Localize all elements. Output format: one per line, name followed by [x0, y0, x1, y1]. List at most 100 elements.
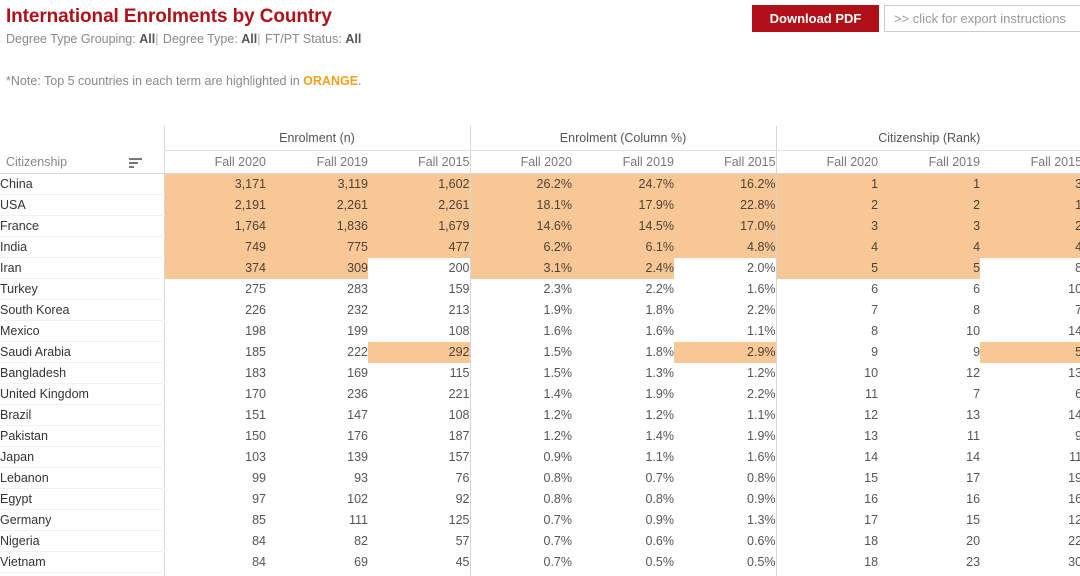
cell-enrolment-n-fall-2020[interactable]: 99 [163, 467, 266, 489]
column-header-rank-fall-2020[interactable]: Fall 2020 [775, 150, 879, 174]
cell-enrolment-n-fall-2020[interactable]: 84 [163, 551, 266, 573]
cell-enrolment-pct-fall-2020[interactable]: 0.9% [469, 446, 572, 468]
cell-citizenship-rank-fall-2019[interactable]: 11 [878, 426, 980, 447]
filter-value-degree-type-grouping[interactable]: All [139, 32, 155, 46]
column-header-citizenship[interactable]: Citizenship [0, 150, 164, 174]
cell-enrolment-pct-fall-2015[interactable]: 1.9% [674, 426, 776, 447]
cell-enrolment-pct-fall-2019[interactable]: 1.3% [572, 363, 675, 384]
cell-citizenship-rank-fall-2015[interactable]: 3 [980, 173, 1080, 195]
cell-citizenship-rank-fall-2019[interactable]: 20 [878, 531, 980, 552]
table-row[interactable]: Colombia7275490.6%0.6%0.5%202127 [0, 572, 1080, 576]
cell-enrolment-n-fall-2020[interactable]: 85 [163, 509, 266, 531]
cell-enrolment-pct-fall-2020[interactable]: 0.7% [469, 551, 572, 573]
cell-citizenship-rank-fall-2020[interactable]: 18 [775, 530, 879, 552]
filter-value-ftpt-status[interactable]: All [345, 32, 361, 46]
cell-citizenship-rank-fall-2020[interactable]: 1 [775, 173, 879, 195]
cell-enrolment-pct-fall-2020[interactable]: 18.1% [469, 194, 572, 216]
cell-enrolment-n-fall-2015[interactable]: 125 [368, 510, 470, 531]
cell-enrolment-pct-fall-2020[interactable]: 1.2% [469, 404, 572, 426]
cell-citizenship-rank-fall-2019[interactable]: 17 [878, 468, 980, 489]
cell-citizenship-rank-fall-2020[interactable]: 16 [775, 488, 879, 510]
cell-enrolment-n-fall-2020[interactable]: 84 [163, 530, 266, 552]
cell-citizenship-rank-fall-2019[interactable]: 6 [878, 279, 980, 300]
cell-enrolment-n-fall-2020[interactable]: 3,171 [163, 173, 266, 195]
table-row[interactable]: Egypt 97 102 92 0.8% 0.8% 0.9% 16 16 16 [0, 488, 1080, 510]
cell-enrolment-n-fall-2020[interactable]: 198 [163, 320, 266, 342]
cell-enrolment-n-fall-2020[interactable]: 151 [163, 404, 266, 426]
cell-enrolment-pct-fall-2019[interactable]: 0.7% [572, 468, 675, 489]
cell-enrolment-n-fall-2019[interactable]: 1,836 [266, 215, 368, 237]
cell-enrolment-pct-fall-2019[interactable]: 1.9% [572, 384, 675, 405]
cell-enrolment-n-fall-2015[interactable]: 1,602 [368, 173, 470, 195]
cell-enrolment-pct-fall-2015[interactable]: 1.6% [674, 279, 776, 300]
cell-enrolment-pct-fall-2020[interactable]: 0.8% [469, 488, 572, 510]
cell-enrolment-n-fall-2020[interactable]: 183 [163, 362, 266, 384]
cell-enrolment-pct-fall-2019[interactable]: 1.1% [572, 447, 675, 468]
table-row[interactable]: Vietnam 84 69 45 0.7% 0.5% 0.5% 18 23 30 [0, 551, 1080, 573]
column-header-n-fall-2015[interactable]: Fall 2015 [368, 150, 470, 174]
cell-citizenship-rank-fall-2019[interactable]: 3 [878, 215, 981, 237]
cell-citizenship-rank-fall-2015[interactable]: 7 [980, 300, 1080, 321]
cell-enrolment-n-fall-2020[interactable]: 2,191 [163, 194, 266, 216]
column-header-pct-fall-2019[interactable]: Fall 2019 [572, 150, 674, 174]
cell-enrolment-pct-fall-2015[interactable]: 0.5% [674, 552, 776, 573]
cell-enrolment-n-fall-2019[interactable]: 111 [266, 510, 368, 531]
table-row[interactable]: United Kingdom 170 236 221 1.4% 1.9% 2.2% 11 7 6 [0, 383, 1080, 405]
cell-enrolment-n-fall-2015[interactable]: 2,261 [368, 194, 470, 216]
table-row[interactable]: Japan 103 139 157 0.9% 1.1% 1.6% 14 14 11 [0, 446, 1080, 468]
cell-enrolment-n-fall-2015[interactable]: 108 [368, 405, 470, 426]
cell-enrolment-pct-fall-2020[interactable]: 26.2% [469, 173, 572, 195]
cell-enrolment-n-fall-2015[interactable]: 159 [368, 279, 470, 300]
cell-enrolment-n-fall-2020[interactable]: 275 [163, 278, 266, 300]
cell-citizenship-rank-fall-2015[interactable]: 8 [980, 258, 1080, 279]
cell-enrolment-n-fall-2019[interactable]: 222 [266, 342, 368, 363]
cell-citizenship-rank-fall-2019[interactable]: 7 [878, 384, 980, 405]
cell-citizenship-rank-fall-2015[interactable]: 19 [980, 468, 1080, 489]
cell-enrolment-pct-fall-2019[interactable]: 0.5% [572, 552, 675, 573]
export-instructions-box[interactable]: >> click for export instructions [884, 5, 1080, 32]
cell-enrolment-n-fall-2019[interactable]: 82 [266, 531, 368, 552]
cell-enrolment-pct-fall-2015[interactable]: 1.2% [674, 363, 776, 384]
cell-enrolment-pct-fall-2019[interactable]: 6.1% [572, 236, 674, 258]
cell-enrolment-pct-fall-2020[interactable]: 3.1% [469, 257, 572, 279]
cell-enrolment-pct-fall-2019[interactable]: 1.2% [572, 405, 675, 426]
cell-citizenship-rank-fall-2015[interactable]: 10 [980, 279, 1080, 300]
cell-enrolment-n-fall-2015[interactable]: 108 [368, 321, 470, 342]
cell-enrolment-pct-fall-2019[interactable]: 17.9% [572, 194, 674, 216]
cell-citizenship-rank-fall-2019[interactable]: 23 [878, 552, 980, 573]
cell-enrolment-pct-fall-2019[interactable]: 1.4% [572, 426, 675, 447]
cell-enrolment-pct-fall-2020[interactable]: 14.6% [469, 215, 572, 237]
cell-enrolment-n-fall-2015[interactable]: 221 [368, 384, 470, 405]
cell-citizenship-rank-fall-2020[interactable]: 7 [775, 299, 879, 321]
cell-enrolment-pct-fall-2015[interactable]: 0.8% [674, 468, 776, 489]
cell-enrolment-n-fall-2015[interactable]: 1,679 [368, 215, 470, 237]
cell-enrolment-pct-fall-2015[interactable]: 17.0% [674, 215, 777, 237]
cell-enrolment-pct-fall-2020[interactable]: 1.6% [469, 320, 572, 342]
cell-enrolment-n-fall-2015[interactable]: 57 [368, 531, 470, 552]
cell-enrolment-n-fall-2020[interactable]: 1,764 [163, 215, 266, 237]
cell-enrolment-n-fall-2019[interactable]: 199 [266, 321, 368, 342]
cell-citizenship-rank-fall-2020[interactable]: 2 [775, 194, 879, 216]
cell-enrolment-pct-fall-2019[interactable]: 0.6% [572, 531, 675, 552]
cell-enrolment-n-fall-2019[interactable]: 236 [266, 384, 368, 405]
cell-citizenship-rank-fall-2020[interactable]: 4 [775, 236, 879, 258]
cell-enrolment-pct-fall-2020[interactable]: 0.7% [469, 530, 572, 552]
cell-enrolment-n-fall-2019[interactable]: 147 [266, 405, 368, 426]
table-row[interactable]: Germany 85 111 125 0.7% 0.9% 1.3% 17 15 12 [0, 509, 1080, 531]
cell-citizenship-rank-fall-2020[interactable]: 20 [775, 572, 879, 576]
table-row[interactable]: Mexico 198 199 108 1.6% 1.6% 1.1% 8 10 14 [0, 320, 1080, 342]
table-row[interactable]: China 3,171 3,119 1,602 26.2% 24.7% 16.2% 1 1 3 [0, 173, 1080, 195]
cell-citizenship-rank-fall-2020[interactable]: 8 [775, 320, 879, 342]
cell-enrolment-pct-fall-2015[interactable]: 4.8% [674, 236, 777, 258]
cell-citizenship-rank-fall-2019[interactable]: 21 [878, 573, 980, 576]
cell-citizenship-rank-fall-2019[interactable]: 5 [878, 257, 981, 279]
cell-enrolment-pct-fall-2019[interactable]: 0.9% [572, 510, 675, 531]
cell-enrolment-pct-fall-2015[interactable]: 2.9% [674, 341, 777, 363]
cell-citizenship-rank-fall-2015[interactable]: 30 [980, 552, 1080, 573]
table-row[interactable]: Pakistan 150 176 187 1.2% 1.4% 1.9% 13 11 9 [0, 425, 1080, 447]
column-header-rank-fall-2015[interactable]: Fall 2015 [980, 150, 1080, 174]
table-row[interactable]: Nigeria 84 82 57 0.7% 0.6% 0.6% 18 20 22 [0, 530, 1080, 552]
sort-descending-icon[interactable] [128, 157, 142, 168]
cell-enrolment-n-fall-2015[interactable]: 292 [368, 341, 470, 363]
cell-citizenship-rank-fall-2020[interactable]: 13 [775, 425, 879, 447]
